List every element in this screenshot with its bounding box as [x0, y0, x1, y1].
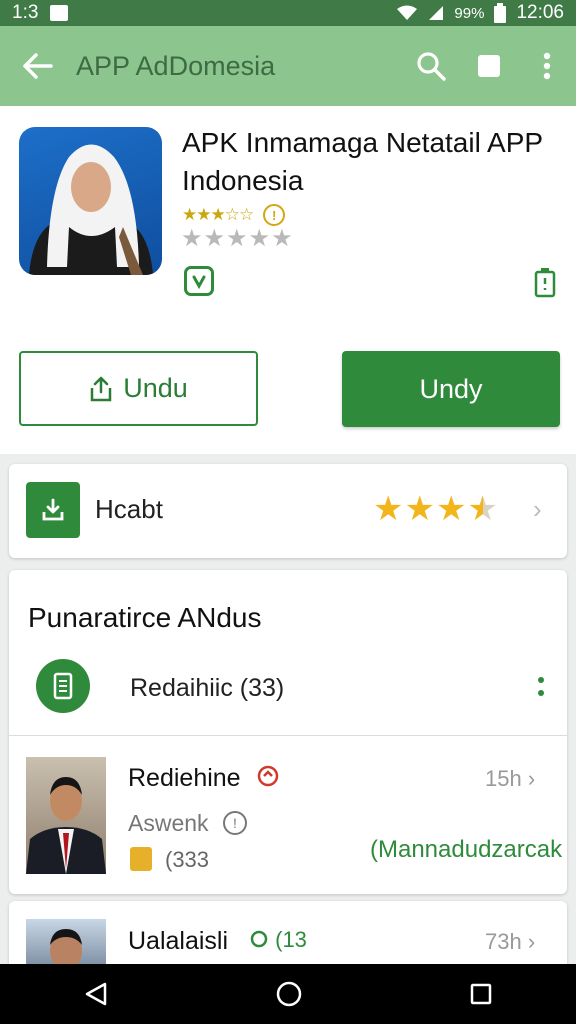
reviews-subheader: Redaihiic (33) [130, 674, 285, 702]
bookmark-icon [478, 55, 500, 77]
wifi-icon [397, 5, 418, 20]
section-title: Punaratirce ANdus [28, 602, 262, 633]
app-icon-image [19, 127, 162, 275]
alert-icon: ! [223, 811, 247, 835]
system-nav-bar [0, 964, 576, 1024]
clipboard-icon[interactable] [534, 268, 556, 303]
nav-home-icon[interactable] [275, 980, 303, 1008]
download-rating-card[interactable]: Hcabt ★★★★ › [9, 464, 567, 558]
signal-icon [429, 6, 444, 20]
pin-icon [250, 930, 268, 948]
share-button[interactable]: Undu [19, 351, 258, 426]
more-options-button[interactable] [518, 26, 576, 106]
chevron-right-icon[interactable]: › [533, 494, 542, 525]
reviews-card: Punaratirce ANdus Redaihiic (33) Rediehi… [9, 570, 567, 894]
reviewer-tag-icon [256, 764, 280, 794]
status-time-left: 1:3 [12, 2, 39, 23]
app-bar-title: APP AdDomesia [76, 50, 276, 81]
review-note-link[interactable]: (Mannadudzarcak [370, 836, 562, 864]
verified-badge-icon [184, 266, 214, 296]
app-header: APK Inmamaga Netatail APP Indonesia ★★★☆… [0, 106, 576, 454]
install-button[interactable]: Undy [342, 351, 560, 427]
subheader-more-icon[interactable] [537, 676, 545, 703]
nav-recents-icon[interactable] [469, 982, 493, 1006]
divider [9, 735, 567, 736]
reviewer-avatar[interactable] [26, 757, 106, 874]
rating-card-label: Hcabt [95, 494, 163, 524]
back-arrow-icon [23, 53, 53, 79]
review-count: (333 [165, 847, 210, 872]
status-time-right: 12:06 [516, 2, 564, 23]
status-bar: 1:3 99% 12:06 [0, 0, 576, 26]
reviewer-name: Rediehine [128, 764, 241, 792]
notification-icon [50, 5, 69, 21]
info-icon[interactable]: ! [263, 204, 286, 226]
review-subtitle: Aswenk [128, 810, 209, 836]
more-vert-icon [543, 52, 551, 80]
download-icon [26, 482, 80, 538]
back-button[interactable] [0, 26, 76, 106]
install-button-label: Undy [419, 373, 483, 404]
review-time-2[interactable]: 73h › [485, 929, 535, 955]
app-title: APK Inmamaga Netatail APP Indonesia [182, 127, 543, 196]
rating-stars-small: ★★★☆☆ [182, 205, 254, 224]
rating-summary: ★★★☆☆ ! [182, 204, 286, 226]
battery-percent: 99% [454, 4, 485, 22]
search-button[interactable] [402, 26, 460, 106]
bookmark-button[interactable] [460, 26, 518, 106]
review-badge-icon [130, 847, 152, 871]
search-icon [417, 52, 446, 81]
nav-back-icon[interactable] [83, 981, 109, 1007]
rating-stars: ★★★★ [373, 490, 499, 528]
share-icon [90, 376, 112, 401]
app-bar: APP AdDomesia [0, 26, 576, 106]
reviewer-tag-2: (13 [249, 927, 307, 953]
reviewer-name-2: Ualalaisli [128, 927, 229, 955]
document-icon [36, 659, 90, 713]
review-time[interactable]: 15h › [485, 766, 535, 792]
share-button-label: Undu [123, 373, 188, 403]
rate-stars-empty[interactable]: ★★★★★ [181, 224, 294, 253]
battery-icon [494, 3, 507, 23]
